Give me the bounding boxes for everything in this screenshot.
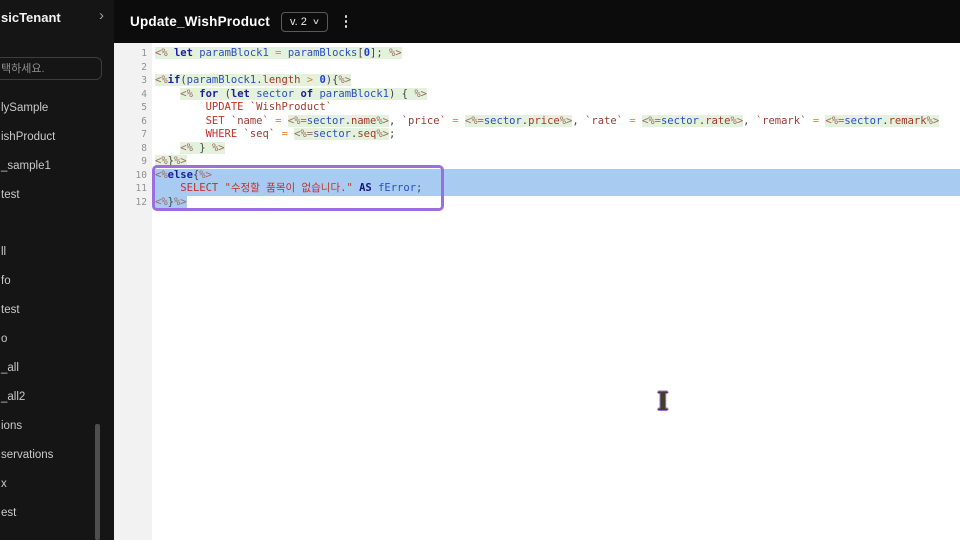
- line-number: 8: [141, 142, 147, 154]
- code-line-7[interactable]: WHERE `seq` = <%=sector.seq%>;: [155, 128, 960, 142]
- code-area[interactable]: <% let paramBlock1 = paramBlocks[0]; %> <…: [152, 43, 960, 540]
- code-line-5[interactable]: UPDATE `WishProduct`: [155, 101, 960, 115]
- line-number: 5: [141, 102, 147, 113]
- sidebar-item[interactable]: fo: [0, 266, 96, 295]
- code-line-12[interactable]: <%}%>: [155, 195, 960, 210]
- sidebar-item[interactable]: test: [0, 295, 96, 324]
- line-number: 3: [141, 75, 147, 86]
- line-number: 2: [141, 61, 147, 73]
- tenant-header[interactable]: sicTenant ›: [0, 4, 114, 30]
- chevron-down-icon: ∨: [311, 17, 320, 26]
- code-line-11[interactable]: SELECT "수정할 품목이 없습니다." AS fError;: [155, 182, 960, 196]
- line-number: 6: [141, 115, 147, 127]
- code-line-3[interactable]: <%if(paramBlock1.length > 0){%>: [155, 74, 960, 88]
- sidebar-nav-group-1: lySample ishProduct _sample1 test: [0, 93, 96, 209]
- kebab-menu-icon[interactable]: [341, 11, 352, 32]
- sidebar-item[interactable]: ll: [0, 237, 96, 266]
- editor-header: Update_WishProduct v. 2 ∨: [114, 0, 960, 43]
- sidebar-scrollbar-thumb[interactable]: [95, 424, 100, 540]
- sidebar-item[interactable]: o: [0, 324, 96, 353]
- code-line-6[interactable]: SET `name` = <%=sector.name%>, `price` =…: [155, 114, 960, 129]
- sidebar-item[interactable]: est: [0, 498, 96, 527]
- line-number: 9: [141, 156, 147, 167]
- line-number: 1: [141, 48, 147, 59]
- sidebar-item[interactable]: _sample1: [0, 151, 96, 180]
- code-line-4[interactable]: <% for (let sector of paramBlock1) { %>: [155, 87, 960, 102]
- code-line-2[interactable]: [155, 61, 960, 75]
- sidebar-item[interactable]: test: [0, 180, 96, 209]
- sidebar-item[interactable]: _all: [0, 353, 96, 382]
- chevron-right-icon[interactable]: ›: [99, 7, 104, 24]
- gutter: 1 2 3 4 5 6 7 8 9 10 11 12: [114, 43, 152, 540]
- code-editor[interactable]: 1 2 3 4 5 6 7 8 9 10 11 12 <% let paramBlock1 = par…: [114, 43, 960, 540]
- line-number: 4: [141, 88, 147, 100]
- sidebar-item[interactable]: _all2: [0, 382, 96, 411]
- version-label: v. 2: [290, 15, 307, 28]
- code-line-9[interactable]: <%}%>: [155, 155, 960, 169]
- page-title: Update_WishProduct: [130, 14, 270, 29]
- line-number: 12: [135, 196, 147, 208]
- sidebar-item[interactable]: lySample: [0, 93, 96, 122]
- sidebar-nav-group-2: ll fo test o _all _all2 ions servations x est: [0, 237, 96, 527]
- line-number: 7: [141, 129, 147, 140]
- sidebar-item[interactable]: servations: [0, 440, 96, 469]
- sidebar-item[interactable]: ishProduct: [0, 122, 96, 151]
- version-dropdown[interactable]: v. 2 ∨: [281, 11, 328, 32]
- app-window: sicTenant › lySampleishProduct_sample1te…: [0, 0, 960, 540]
- code-line-10[interactable]: <%else{%>: [155, 168, 960, 182]
- sidebar: sicTenant › lySampleishProduct_sample1te…: [0, 0, 114, 540]
- tenant-name: sicTenant: [1, 9, 61, 25]
- code-line-1[interactable]: <% let paramBlock1 = paramBlocks[0]; %>: [155, 47, 960, 61]
- code-line-8[interactable]: <% } %>: [155, 141, 960, 156]
- sidebar-item[interactable]: x: [0, 469, 96, 498]
- line-number: 10: [135, 169, 147, 181]
- line-number: 11: [135, 183, 147, 194]
- sidebar-item[interactable]: ions: [0, 411, 96, 440]
- sidebar-search-input[interactable]: [0, 57, 102, 80]
